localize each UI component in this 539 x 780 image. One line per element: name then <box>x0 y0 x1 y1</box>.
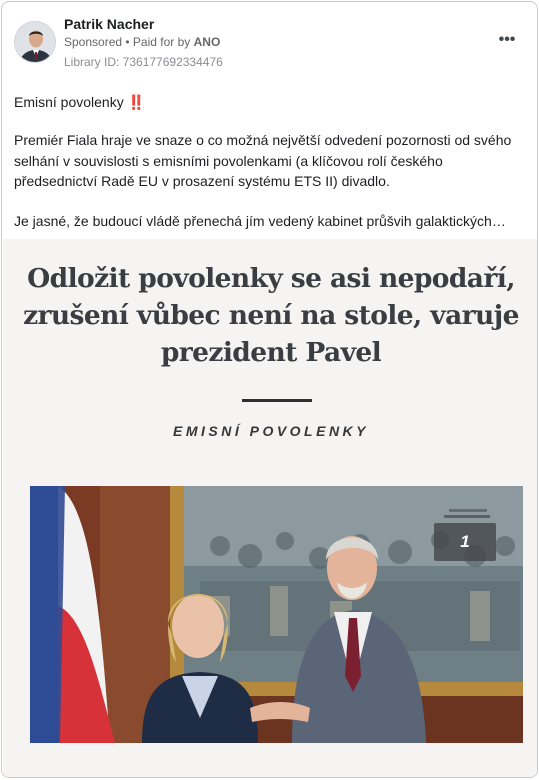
creative-headline: Odložit povolenky se asi nepodaří, zruše… <box>23 263 519 368</box>
post-title: Emisní povolenky ‼️ <box>14 92 145 113</box>
ad-card: Patrik Nacher Sponsored • Paid for by AN… <box>1 1 538 778</box>
counter-stack-middle <box>444 515 490 518</box>
author-avatar-image <box>15 22 55 62</box>
post-title-text: Emisní povolenky <box>14 94 124 110</box>
sponsored-text: Sponsored <box>64 35 123 49</box>
creative-section-label: EMISNÍ POVOLENKY <box>172 423 370 439</box>
more-options-button[interactable]: ••• <box>492 30 522 54</box>
author-avatar[interactable] <box>14 21 56 63</box>
author-name[interactable]: Patrik Nacher <box>64 16 154 32</box>
counter-stack-back <box>449 509 487 512</box>
paid-for-by-name[interactable]: ANO <box>194 35 221 49</box>
library-id: Library ID: 736177692334476 <box>64 55 223 69</box>
headline-divider <box>242 399 312 402</box>
paid-for-prefix: • Paid for by <box>122 35 194 49</box>
post-paragraph-2[interactable]: Je jasné, že budoucí vládě přenechá jím … <box>14 211 529 232</box>
post-paragraph-1: Premiér Fiala hraje ve snaze o co možná … <box>14 132 512 189</box>
double-exclamation-icon: ‼️ <box>127 94 146 110</box>
ad-creative[interactable]: Odložit povolenky se asi nepodaří, zruše… <box>3 239 537 777</box>
sponsored-label: Sponsored • Paid for by ANO <box>64 35 220 49</box>
photo-counter-badge[interactable]: 1 <box>434 523 496 561</box>
